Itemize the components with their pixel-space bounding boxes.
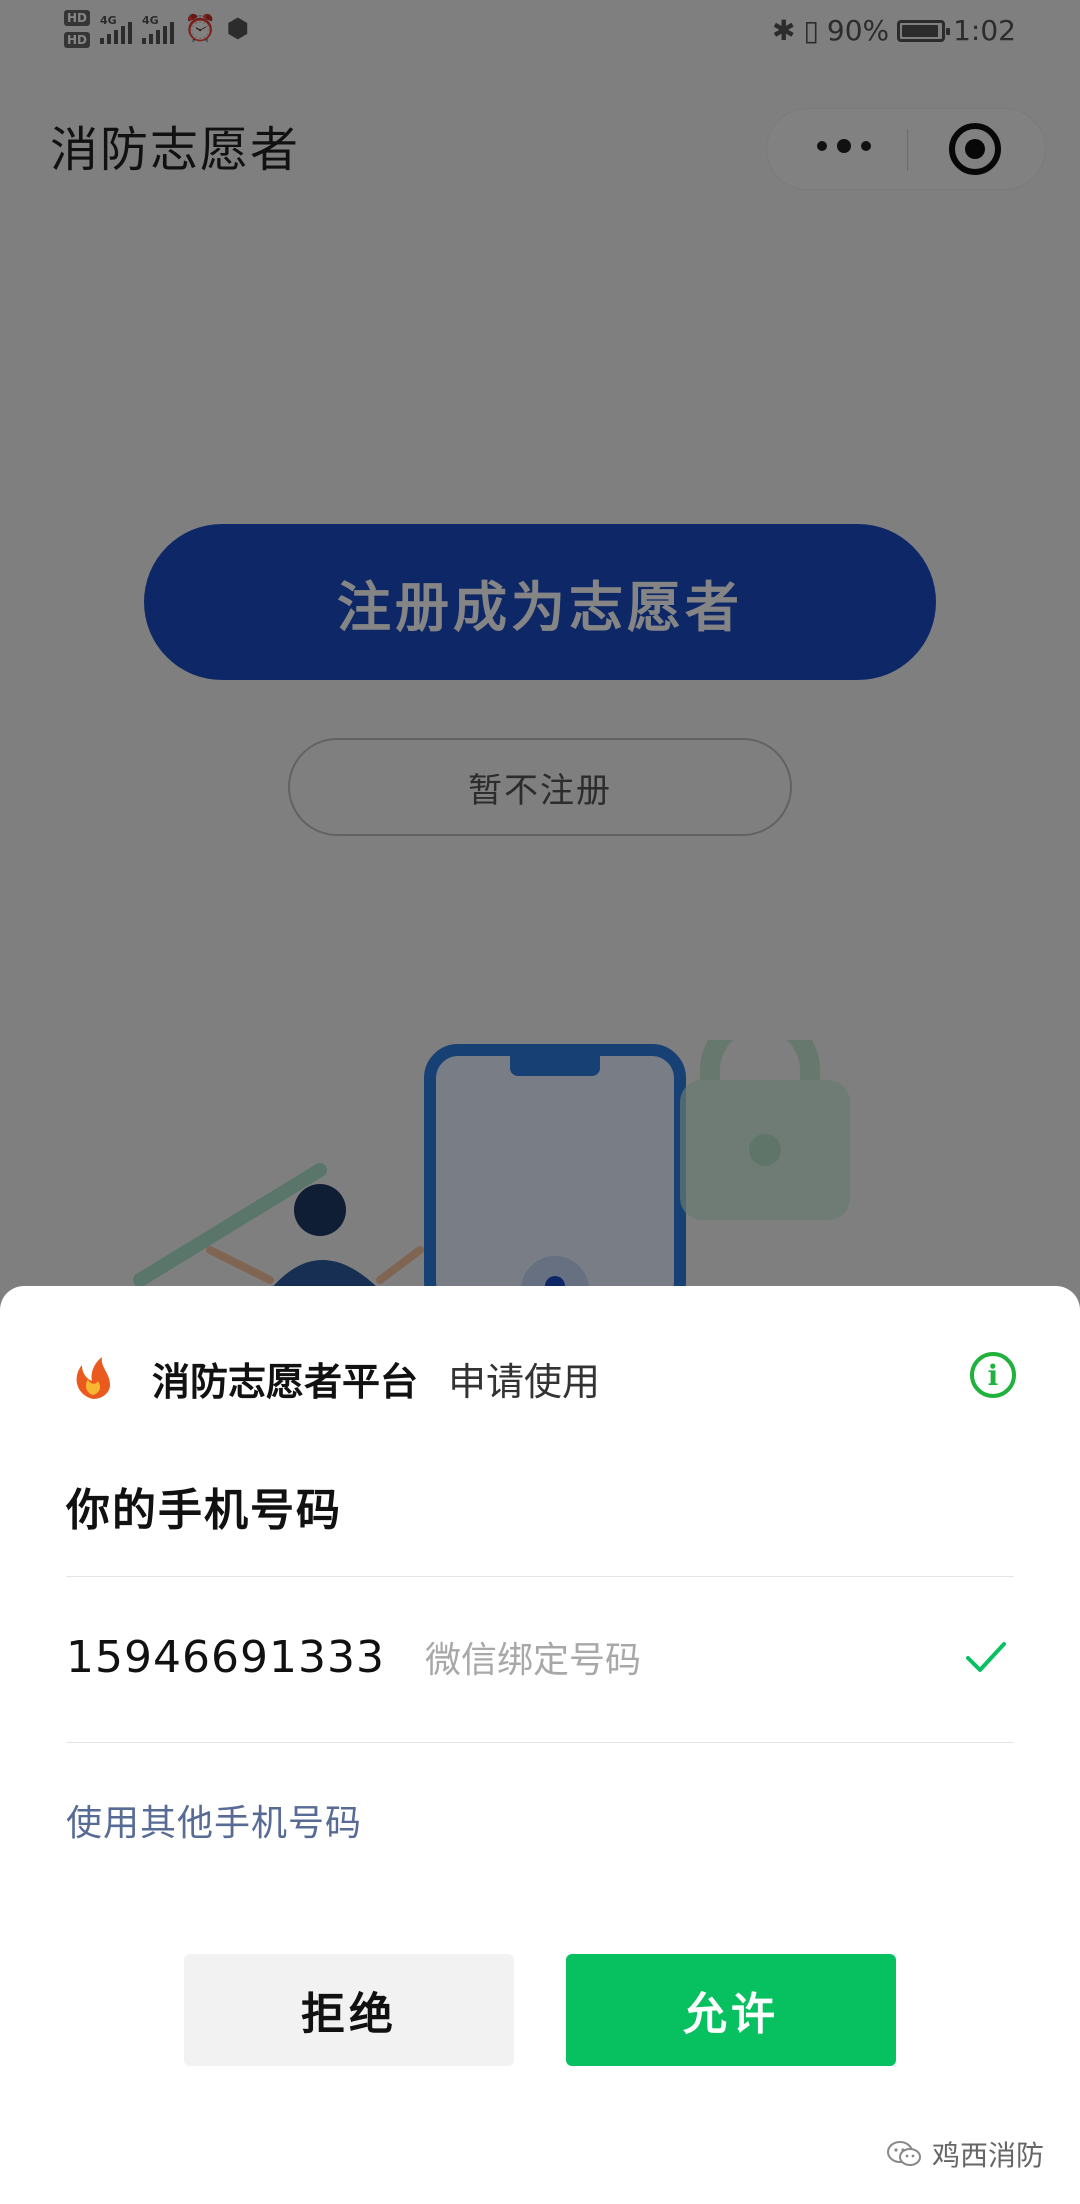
- apply-text: 申请使用: [448, 1359, 601, 1404]
- phone-note: 微信绑定号码: [424, 1640, 641, 1681]
- check-icon: [966, 1642, 1006, 1672]
- deny-button[interactable]: 拒绝: [184, 1954, 514, 2066]
- app-name: 消防志愿者平台: [152, 1359, 419, 1404]
- phone-auth-sheet: 消防志愿者平台 申请使用 i 你的手机号码 15946691333 微信绑定号码…: [0, 1286, 1080, 2204]
- sheet-subtitle: 你的手机号码: [66, 1485, 342, 1536]
- app-logo-icon: [67, 1352, 119, 1404]
- divider: [66, 1742, 1014, 1743]
- divider: [66, 1576, 1014, 1577]
- allow-button[interactable]: 允许: [566, 1954, 896, 2066]
- use-other-phone-link[interactable]: 使用其他手机号码: [66, 1794, 362, 1846]
- sheet-header: 消防志愿者平台 申请使用 i: [66, 1348, 1016, 1408]
- info-icon[interactable]: i: [970, 1352, 1016, 1398]
- phone-number: 15946691333: [66, 1631, 385, 1683]
- wechat-icon: [886, 2141, 921, 2166]
- phone-option-row[interactable]: 15946691333 微信绑定号码: [66, 1582, 1014, 1732]
- watermark-text: 鸡西消防: [931, 2139, 1044, 2172]
- watermark: 鸡西消防: [886, 2134, 1044, 2174]
